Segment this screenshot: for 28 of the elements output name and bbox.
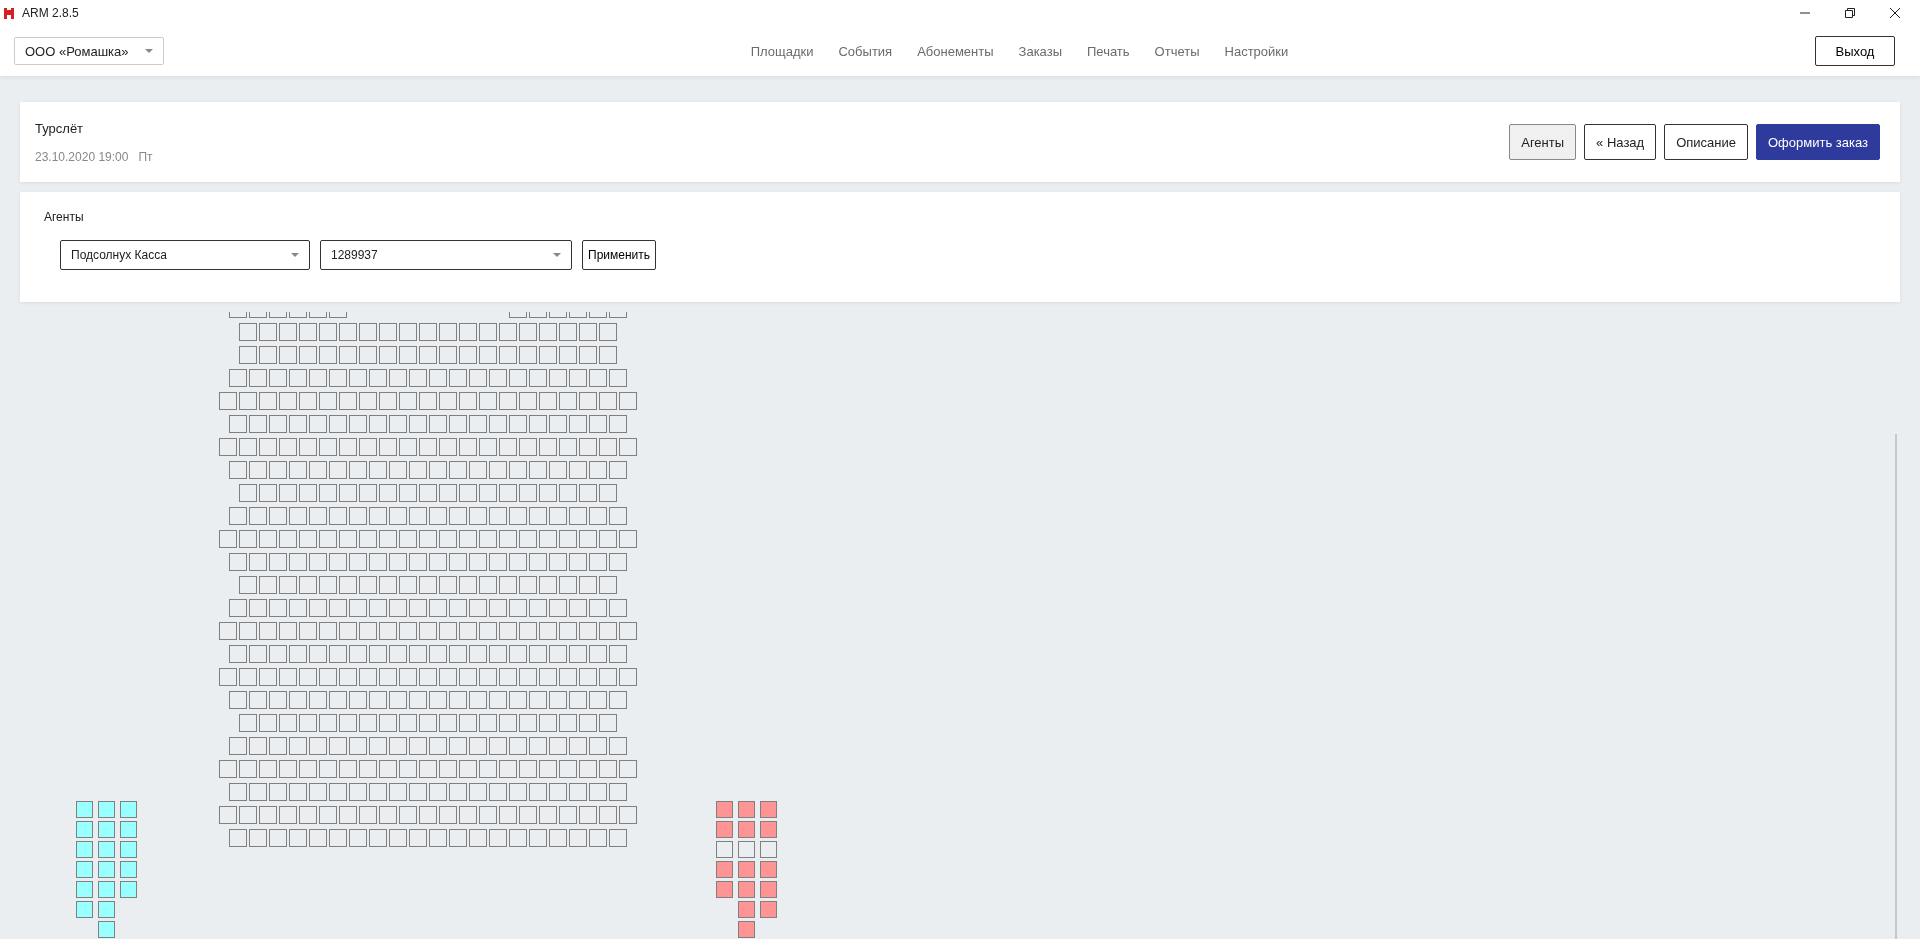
apply-button[interactable]: Применить — [582, 240, 656, 270]
event-date: 23.10.2020 19:00 — [35, 149, 129, 164]
close-icon[interactable] — [1890, 8, 1900, 18]
caret-icon — [553, 253, 561, 257]
agent-select[interactable]: Подсолнух Касса — [60, 240, 310, 270]
caret-icon — [291, 253, 299, 257]
scrollbar[interactable] — [1895, 434, 1897, 939]
nav-link[interactable]: Печать — [1087, 43, 1130, 59]
action-button[interactable]: Описание — [1664, 124, 1748, 160]
caret-icon — [145, 49, 153, 53]
action-button[interactable]: « Назад — [1584, 124, 1657, 160]
nav-link[interactable]: Площадки — [750, 43, 814, 59]
action-button[interactable]: Агенты — [1509, 124, 1577, 160]
action-button[interactable]: Оформить заказ — [1756, 124, 1880, 160]
window-title: ARM 2.8.5 — [22, 6, 79, 20]
nav-link[interactable]: Отчеты — [1154, 43, 1200, 59]
code-select[interactable]: 1289937 — [320, 240, 572, 270]
nav-link[interactable]: Абонементы — [917, 43, 994, 59]
event-title: Турслёт — [35, 120, 85, 136]
event-weekday: Пт — [138, 149, 153, 164]
app-logo-icon — [4, 7, 14, 19]
nav-link[interactable]: Настройки — [1224, 43, 1289, 59]
organization-dropdown[interactable]: ООО «Ромашка» — [14, 37, 164, 65]
nav-link[interactable]: События — [838, 43, 893, 59]
agents-title: Агенты — [44, 210, 85, 224]
restore-icon[interactable] — [1845, 8, 1855, 18]
nav-link[interactable]: Заказы — [1018, 43, 1062, 59]
exit-button[interactable]: Выход — [1815, 36, 1895, 66]
